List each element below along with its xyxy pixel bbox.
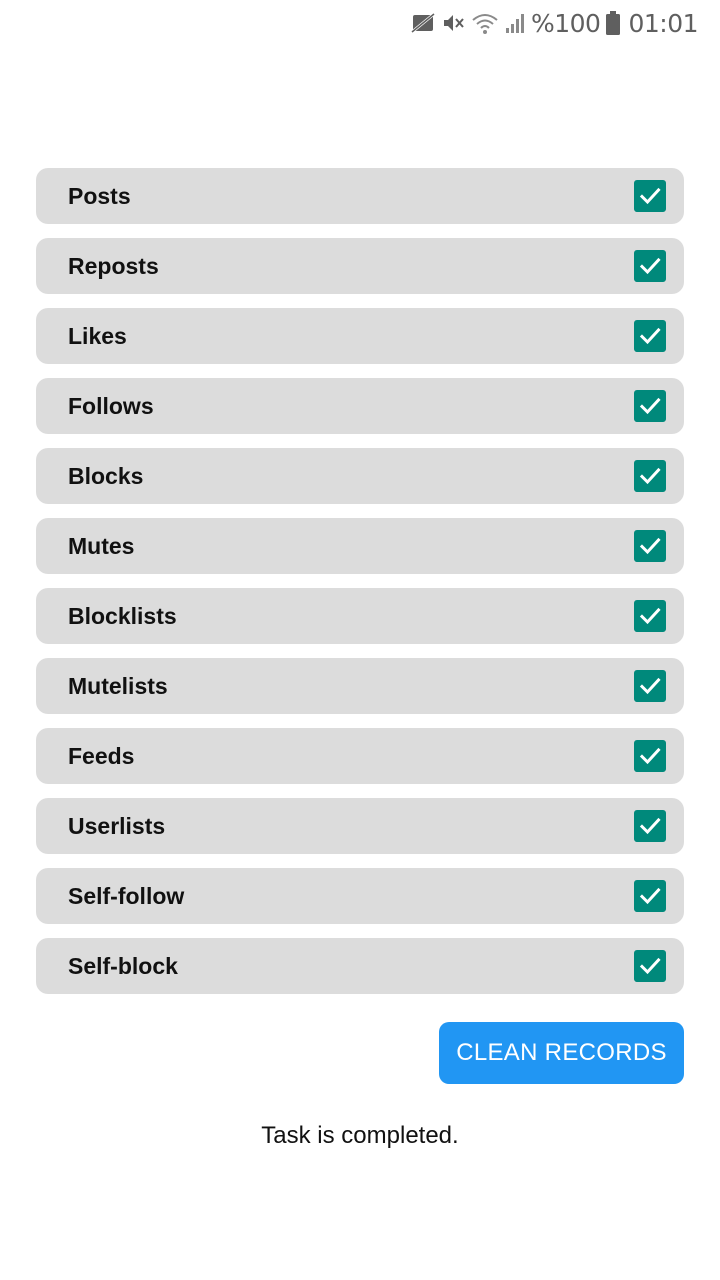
option-row-self-block[interactable]: Self-block (36, 938, 684, 994)
check-icon (639, 257, 661, 275)
checkbox[interactable] (634, 880, 666, 912)
checkbox[interactable] (634, 530, 666, 562)
check-icon (639, 187, 661, 205)
option-label: Feeds (68, 742, 135, 769)
check-icon (639, 537, 661, 555)
record-type-list: Posts Reposts Likes Follows Blocks Mutes Block… (36, 168, 684, 1008)
clock: 01:01 (628, 8, 698, 38)
checkbox[interactable] (634, 320, 666, 352)
option-row-mutelists[interactable]: Mutelists (36, 658, 684, 714)
status-bar: %100 01:01 (0, 0, 720, 46)
option-label: Self-follow (68, 882, 185, 909)
option-row-userlists[interactable]: Userlists (36, 798, 684, 854)
checkbox[interactable] (634, 670, 666, 702)
option-row-blocks[interactable]: Blocks (36, 448, 684, 504)
battery-percentage: %100 (530, 8, 601, 38)
vibrate-mute-icon (441, 11, 465, 35)
check-icon (639, 887, 661, 905)
check-icon (639, 327, 661, 345)
option-row-follows[interactable]: Follows (36, 378, 684, 434)
checkbox[interactable] (634, 250, 666, 282)
option-label: Likes (68, 322, 127, 349)
checkbox[interactable] (634, 390, 666, 422)
checkbox[interactable] (634, 180, 666, 212)
option-label: Blocklists (68, 602, 177, 629)
option-label: Userlists (68, 812, 166, 839)
checkbox[interactable] (634, 810, 666, 842)
wifi-icon (471, 11, 499, 35)
checkbox[interactable] (634, 740, 666, 772)
option-row-reposts[interactable]: Reposts (36, 238, 684, 294)
check-icon (639, 677, 661, 695)
signal-icon (505, 12, 525, 34)
option-label: Self-block (68, 952, 178, 979)
check-icon (639, 957, 661, 975)
option-label: Follows (68, 392, 154, 419)
option-label: Posts (68, 182, 131, 209)
check-icon (639, 747, 661, 765)
option-row-mutes[interactable]: Mutes (36, 518, 684, 574)
check-icon (639, 397, 661, 415)
option-row-likes[interactable]: Likes (36, 308, 684, 364)
option-label: Mutelists (68, 672, 168, 699)
checkbox[interactable] (634, 600, 666, 632)
checkbox[interactable] (634, 950, 666, 982)
check-icon (639, 607, 661, 625)
option-row-posts[interactable]: Posts (36, 168, 684, 224)
option-row-feeds[interactable]: Feeds (36, 728, 684, 784)
option-label: Mutes (68, 532, 135, 559)
checkbox[interactable] (634, 460, 666, 492)
check-icon (639, 817, 661, 835)
task-status-message: Task is completed. (261, 1122, 459, 1149)
clean-records-button[interactable]: CLEAN RECORDS (439, 1022, 684, 1084)
option-row-blocklists[interactable]: Blocklists (36, 588, 684, 644)
battery-icon (606, 11, 621, 35)
option-label: Blocks (68, 462, 144, 489)
option-row-self-follow[interactable]: Self-follow (36, 868, 684, 924)
no-sim-icon (411, 12, 435, 34)
option-label: Reposts (68, 252, 159, 279)
check-icon (639, 467, 661, 485)
